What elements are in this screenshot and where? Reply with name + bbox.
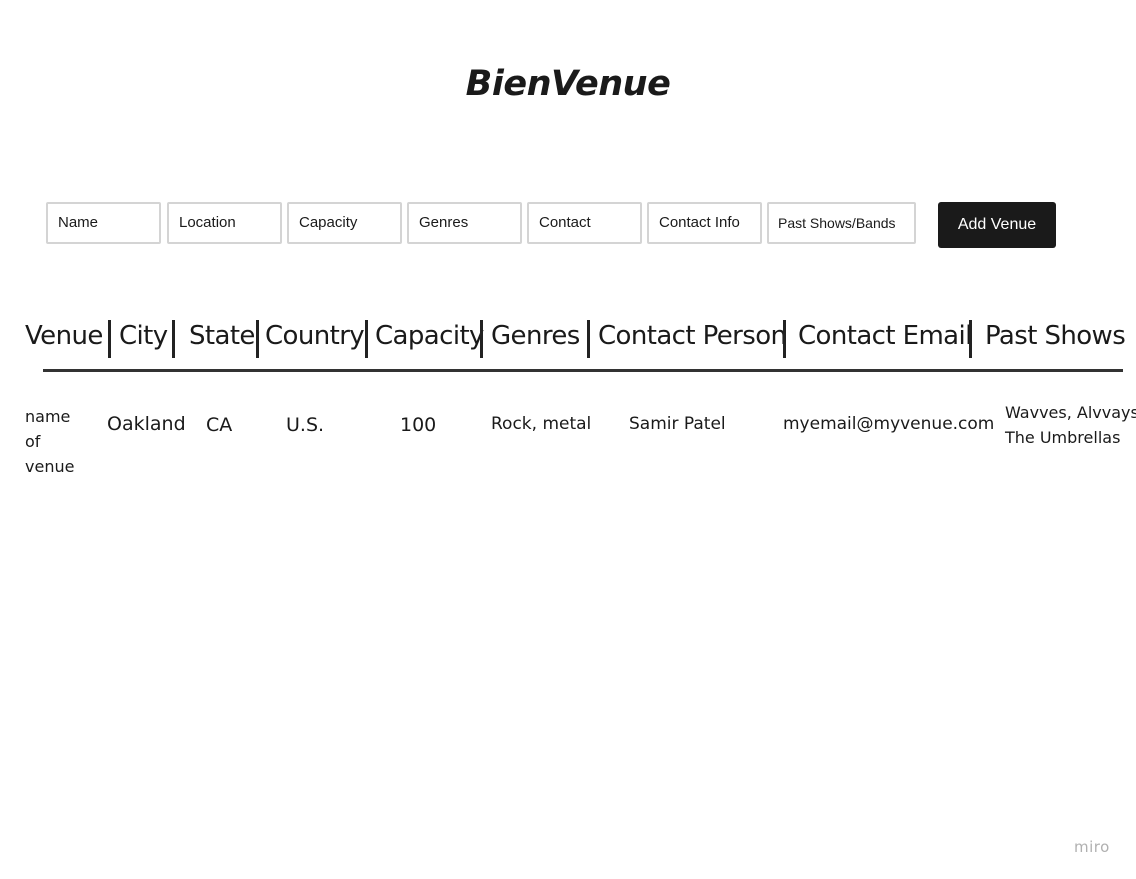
location-field[interactable]: Location xyxy=(167,202,282,244)
state-cell: CA xyxy=(206,414,233,436)
column-separator xyxy=(256,320,259,358)
name-field[interactable]: Name xyxy=(46,202,161,244)
past-shows-line: The Umbrellas xyxy=(1005,428,1121,447)
venue-name-line: name xyxy=(25,407,71,426)
page-title: BienVenue xyxy=(465,64,671,104)
column-header-city: City xyxy=(119,321,168,351)
add-venue-button[interactable]: Add Venue xyxy=(938,202,1056,248)
column-separator xyxy=(480,320,483,358)
column-header-venue: Venue xyxy=(25,321,103,351)
country-cell: U.S. xyxy=(286,414,325,436)
column-separator xyxy=(783,320,786,358)
venue-name-cell: name of venue xyxy=(25,404,74,479)
city-cell: Oakland xyxy=(107,413,186,435)
venue-name-line: venue xyxy=(25,457,75,476)
capacity-cell: 100 xyxy=(400,414,437,436)
miro-watermark: miro xyxy=(1074,838,1110,856)
column-header-capacity: Capacity xyxy=(375,321,484,351)
column-separator xyxy=(969,320,972,358)
column-separator xyxy=(587,320,590,358)
column-header-state: State xyxy=(189,321,255,351)
column-header-contact-email: Contact Email xyxy=(798,321,972,351)
past-shows-line: Wavves, Alvvays, xyxy=(1005,403,1136,422)
header-divider xyxy=(43,369,1123,372)
column-header-genres: Genres xyxy=(491,321,580,351)
contact-email-cell: myemail@myvenue.com xyxy=(783,414,995,434)
contact-person-cell: Samir Patel xyxy=(629,414,726,434)
contact-field[interactable]: Contact xyxy=(527,202,642,244)
contact-info-field[interactable]: Contact Info xyxy=(647,202,762,244)
past-shows-field[interactable]: Past Shows/Bands xyxy=(767,202,916,244)
capacity-field[interactable]: Capacity xyxy=(287,202,402,244)
venue-name-line: of xyxy=(25,432,41,451)
column-header-contact-person: Contact Person xyxy=(598,321,787,351)
column-header-past-shows: Past Shows xyxy=(985,321,1126,351)
genres-cell: Rock, metal xyxy=(491,414,592,434)
column-separator xyxy=(365,320,368,358)
genres-field[interactable]: Genres xyxy=(407,202,522,244)
past-shows-cell: Wavves, Alvvays, The Umbrellas xyxy=(1005,400,1136,450)
column-separator xyxy=(108,320,111,358)
column-header-country: Country xyxy=(265,321,365,351)
column-separator xyxy=(172,320,175,358)
